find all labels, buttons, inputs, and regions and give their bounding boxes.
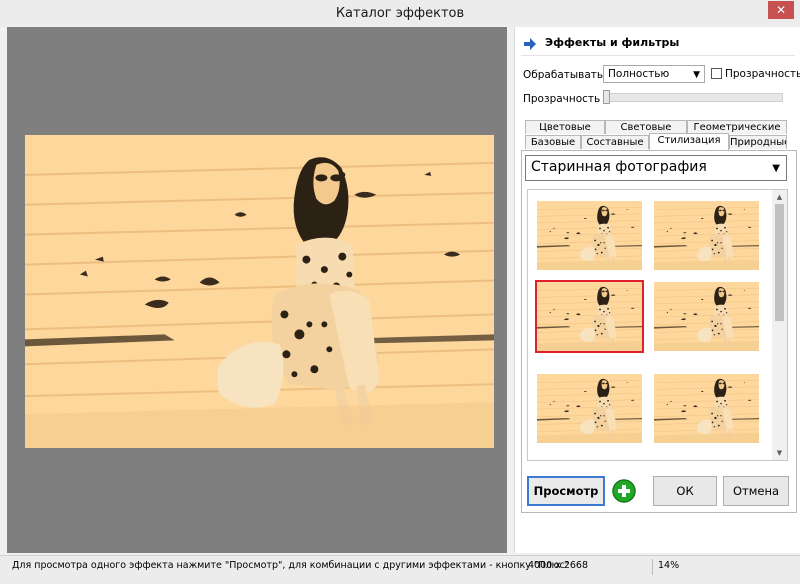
preview-area <box>7 27 507 553</box>
tab-color[interactable]: Цветовые <box>525 120 605 134</box>
chevron-down-icon: ▼ <box>772 163 780 174</box>
ok-button[interactable]: ОК <box>653 476 717 506</box>
status-divider <box>652 559 653 575</box>
effect-thumbnail-selected[interactable] <box>535 280 644 353</box>
cancel-button[interactable]: Отмена <box>723 476 789 506</box>
close-icon: ✕ <box>775 3 787 17</box>
preview-button[interactable]: Просмотр <box>527 476 605 506</box>
status-dimensions: 4000 x 2668 <box>528 560 589 571</box>
scrollbar-thumb[interactable] <box>775 204 784 321</box>
transparency-slider[interactable] <box>603 93 783 102</box>
effect-thumbnail[interactable] <box>537 201 642 270</box>
tab-light[interactable]: Световые <box>605 120 687 134</box>
transparency-checkbox[interactable] <box>711 68 722 79</box>
tab-basic[interactable]: Базовые <box>525 135 581 149</box>
transparency-checkbox-label: Прозрачность <box>725 68 800 80</box>
title-bar: Каталог эффектов ✕ <box>0 0 800 27</box>
scroll-up-icon[interactable]: ▲ <box>772 190 787 204</box>
close-button[interactable]: ✕ <box>768 1 794 19</box>
effect-thumbnail-gallery: ▲ ▼ <box>527 189 788 461</box>
effect-select[interactable]: Старинная фотография ▼ <box>525 155 787 181</box>
effect-select-value: Старинная фотография <box>531 159 707 175</box>
effect-thumbnail[interactable] <box>654 201 759 270</box>
process-label: Обрабатывать <box>523 69 604 81</box>
arrow-right-icon <box>524 38 536 50</box>
status-hint: Для просмотра одного эффекта нажмите "Пр… <box>12 560 570 571</box>
add-effect-button[interactable] <box>611 478 637 504</box>
panel-title: Эффекты и фильтры <box>545 36 680 49</box>
content-frame: Эффекты и фильтры Обрабатывать Полностью… <box>7 27 800 553</box>
effects-catalog-window: Каталог эффектов ✕ Эффекты и фильтры Обр… <box>0 0 800 584</box>
tab-natural[interactable]: Природные <box>729 135 787 149</box>
process-select-value: Полностью <box>608 68 670 80</box>
tab-stylization[interactable]: Стилизация <box>649 133 729 150</box>
header-divider <box>521 55 795 56</box>
chevron-down-icon: ▼ <box>693 70 700 80</box>
process-select[interactable]: Полностью ▼ <box>603 65 705 83</box>
transparency-slider-thumb[interactable] <box>603 90 610 104</box>
effect-thumbnail[interactable] <box>654 374 759 443</box>
effects-panel: Эффекты и фильтры Обрабатывать Полностью… <box>514 27 800 553</box>
transparency-slider-label: Прозрачность <box>523 93 601 105</box>
tab-geometric[interactable]: Геометрические <box>687 120 787 134</box>
effect-thumbnail[interactable] <box>537 374 642 443</box>
tab-composite[interactable]: Составные <box>581 135 649 149</box>
effect-thumbnail[interactable] <box>654 282 759 351</box>
gallery-scrollbar[interactable]: ▲ ▼ <box>772 190 787 460</box>
preview-photo <box>25 135 494 448</box>
window-title: Каталог эффектов <box>335 6 465 21</box>
status-zoom: 14% <box>658 560 680 571</box>
scroll-down-icon[interactable]: ▼ <box>772 446 787 460</box>
plus-icon <box>612 479 636 503</box>
status-bar: Для просмотра одного эффекта нажмите "Пр… <box>0 555 800 584</box>
